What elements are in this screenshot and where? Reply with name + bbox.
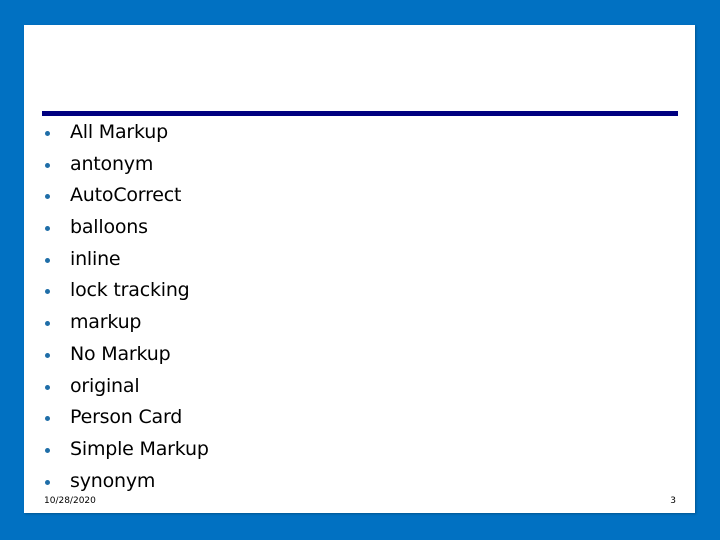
bullet-text: markup [70,311,142,334]
bullet-text: lock tracking [70,279,190,302]
bullet-item: synonym [24,466,209,498]
bullet-icon [45,131,50,136]
bullet-item: inline [24,244,209,276]
bullet-list: All Markup antonym AutoCorrect balloons … [24,117,209,497]
bullet-item: markup [24,307,209,339]
bullet-icon [45,384,50,390]
title-divider [42,111,678,116]
footer-date: 10/28/2020 [44,496,96,506]
slide-title [42,35,678,105]
slide-number: 3 [670,496,676,506]
bullet-text: All Markup [70,121,168,143]
bullet-icon [45,289,50,295]
bullet-item: Simple Markup [24,434,209,466]
bullet-item: antonym [24,149,209,181]
bullet-item: Person Card [24,402,209,434]
bullet-item: No Markup [24,339,209,371]
bullet-text: Simple Markup [70,437,209,460]
bullet-icon [45,226,50,232]
bullet-icon [45,257,50,263]
bullet-icon [45,162,50,168]
bullet-item: All Markup [24,117,209,149]
bullet-icon [45,194,50,200]
bullet-item: lock tracking [24,275,209,307]
bullet-icon [45,447,50,453]
bullet-text: original [70,374,140,397]
bullet-icon [45,479,50,485]
bullet-text: balloons [70,216,148,239]
bullet-text: AutoCorrect [70,184,182,207]
bullet-text: antonym [70,152,154,175]
bullet-text: inline [70,247,121,270]
bullet-text: Person Card [70,406,183,429]
slide: All Markup antonym AutoCorrect balloons … [24,25,695,513]
bullet-icon [45,416,50,422]
bullet-item: AutoCorrect [24,180,209,212]
bullet-text: synonym [70,469,156,492]
bullet-item: original [24,371,209,403]
bullet-icon [45,321,50,327]
bullet-text: No Markup [70,342,171,365]
bullet-icon [45,352,50,358]
bullet-item: balloons [24,212,209,244]
